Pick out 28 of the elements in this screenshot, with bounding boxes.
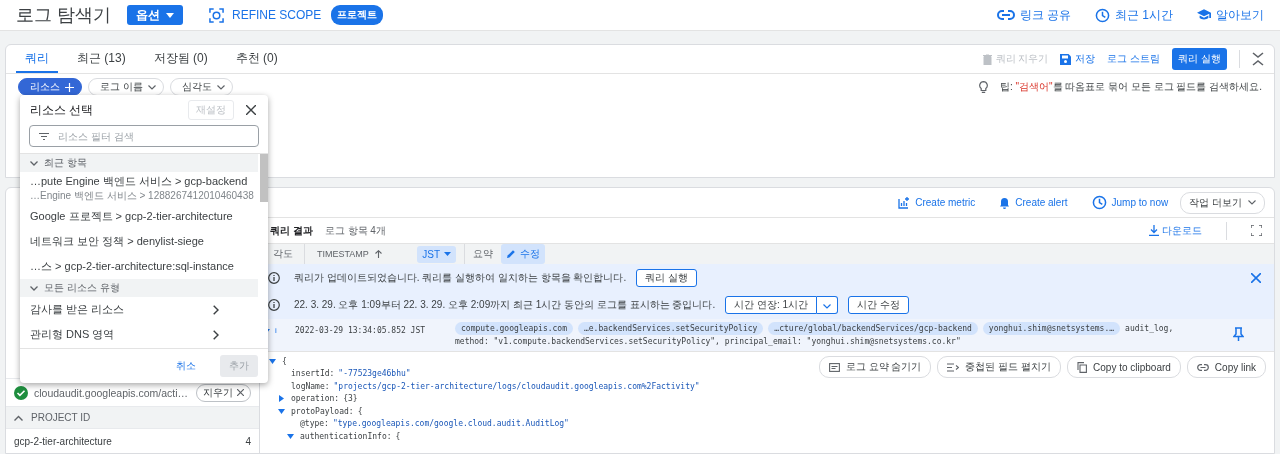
summary-text: audit_log, bbox=[1125, 324, 1174, 333]
json-value: "type.googleapis.com/google.cloud.audit.AuditLog" bbox=[332, 419, 569, 429]
timestamp-cell-text: 2022-03-29 13:34:05.852 JST bbox=[295, 326, 427, 335]
json-value: { bbox=[357, 406, 363, 416]
json-key: @type: bbox=[300, 419, 329, 429]
menu-title: 리소스 선택 bbox=[30, 101, 95, 119]
severity-icon: i bbox=[275, 326, 295, 335]
entry-count: 로그 항목 4개 bbox=[324, 223, 386, 238]
json-key: insertId: bbox=[291, 369, 335, 379]
results-title: 쿼리 결과 bbox=[270, 223, 313, 238]
scope-badge: 프로젝트 bbox=[331, 5, 384, 25]
field-count: 4 bbox=[245, 435, 251, 447]
tip-text: 팁: "검색어"를 따옴표로 묶어 모든 로그 필드를 검색하세요. bbox=[999, 80, 1262, 94]
json-value: "-77523ge46bhu" bbox=[338, 369, 411, 379]
column-header: 요약 bbox=[473, 247, 493, 261]
json-value: { bbox=[395, 431, 401, 441]
banner-text: 22. 3. 29. 오후 1:09부터 22. 3. 29. 오후 2:09까지 최근 1시간 동안의 로그를 표시하는 중입니다. bbox=[294, 298, 716, 313]
json-key: protoPayload: bbox=[291, 406, 354, 416]
summary-text: method: "v1.compute.backendServices.setSecurityPolicy", principal_email: "yonghui.shim@snetsystems.co.kr" bbox=[455, 337, 962, 346]
json-value: "projects/gcp-2-tier-architecture/logs/cloudaudit.googleapis.com%2Factivity" bbox=[333, 381, 700, 391]
banner-text: 쿼리가 업데이트되었습니다. 쿼리를 실행하여 일치하는 항목을 확인합니다. bbox=[294, 270, 627, 285]
json-key: logName: bbox=[291, 381, 330, 391]
json-value: {3} bbox=[343, 394, 358, 404]
page-title: 로그 탐색기 bbox=[16, 4, 111, 27]
field-value: cloudaudit.googleapis.com/acti… bbox=[34, 386, 190, 399]
json-key: authenticationInfo: bbox=[300, 431, 392, 441]
json-key: operation: bbox=[291, 394, 340, 404]
json-value: { bbox=[282, 356, 287, 366]
